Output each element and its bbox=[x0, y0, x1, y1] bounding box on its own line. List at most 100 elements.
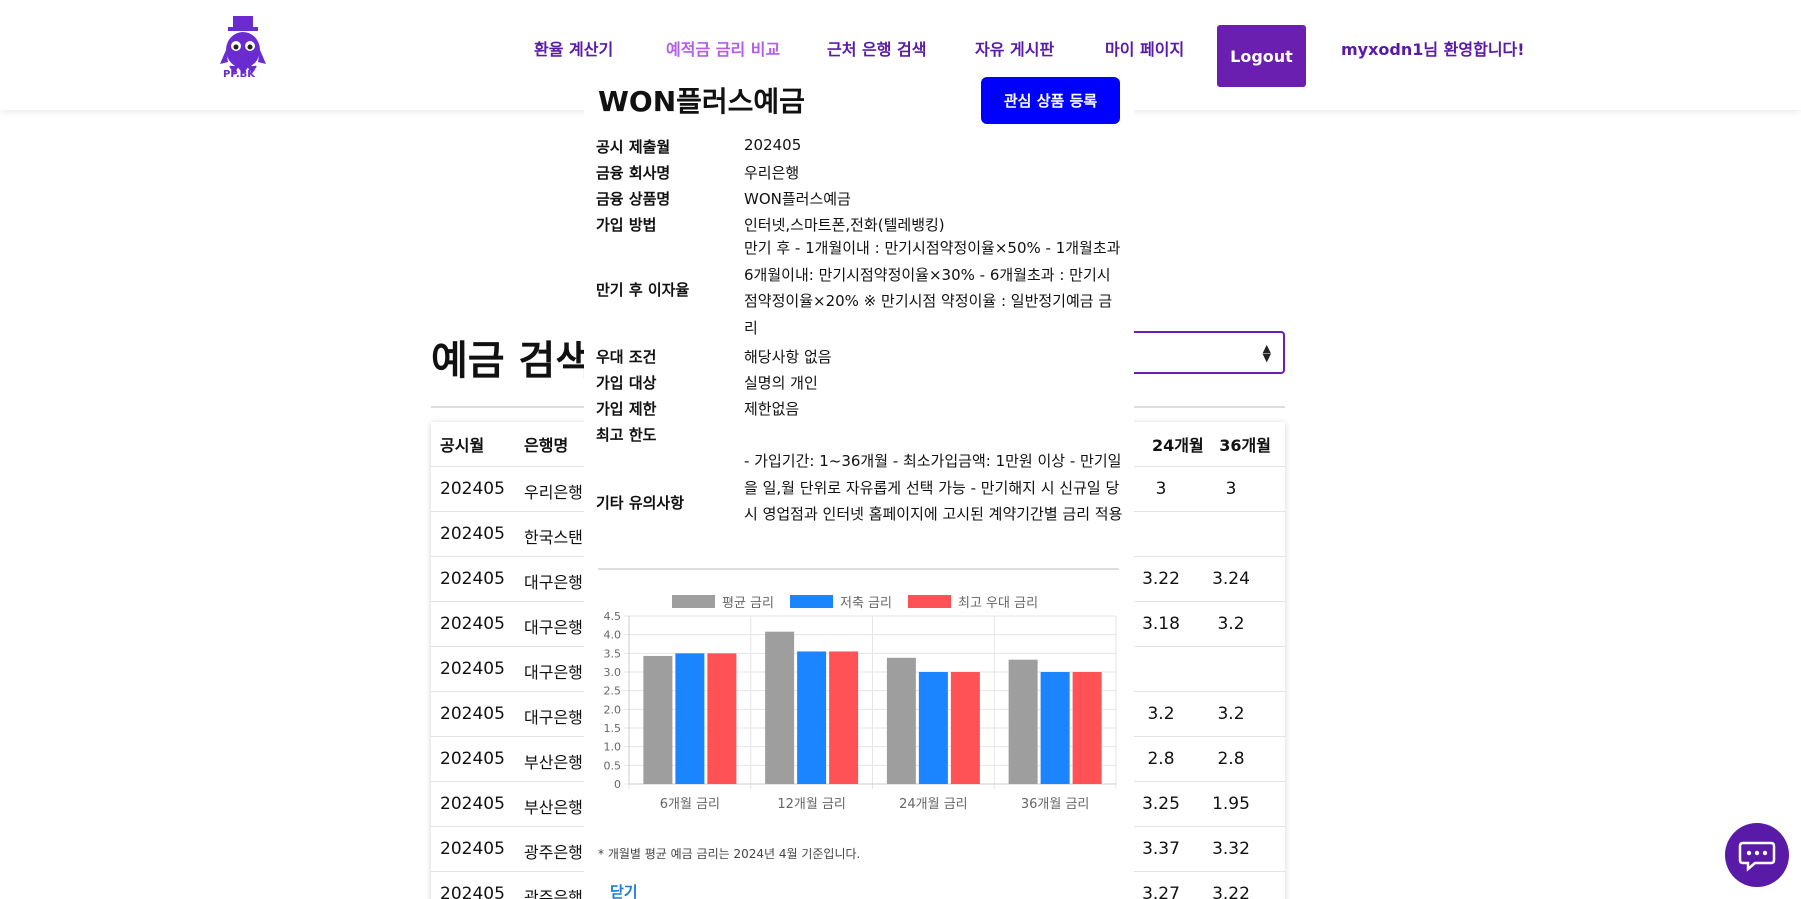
nav-nearby-bank[interactable]: 근처 은행 검색 bbox=[827, 36, 926, 60]
x-tick-label: 6개월 금리 bbox=[660, 797, 720, 812]
cell-24m: 3.22 bbox=[1142, 569, 1180, 589]
bar bbox=[643, 655, 673, 784]
value-submit-month: 202405 bbox=[744, 136, 802, 154]
cell-bank: 한국스탠 bbox=[524, 528, 583, 547]
cell-bank: 대구은행 bbox=[524, 573, 583, 592]
rate-bar-chart: 0 0.5 1.0 1.5 2.0 2.5 3.0 3.5 4.0 4.5 6개월 금리 12개월 금… bbox=[604, 610, 1117, 812]
cell-36m: 1.95 bbox=[1212, 794, 1250, 814]
y-tick-label: 1.5 bbox=[604, 722, 622, 735]
y-tick-label: 3.5 bbox=[604, 647, 622, 660]
cell-month: 202405 bbox=[440, 884, 505, 899]
value-spcl: 해당사항 없음 bbox=[744, 348, 832, 366]
logo-text: PP.BK bbox=[223, 69, 255, 80]
col-header-month[interactable]: 공시월 bbox=[440, 432, 484, 456]
bar bbox=[1008, 659, 1038, 784]
cell-month: 202405 bbox=[440, 749, 505, 769]
chat-bubble-icon bbox=[1738, 841, 1776, 872]
cell-24m: 2.8 bbox=[1147, 749, 1175, 769]
value-mtrt: 만기 후 - 1개월이내 : 만기시점약정이율×50% - 1개월초과 6개월이… bbox=[744, 239, 1121, 337]
label-spcl: 우대 조건 bbox=[596, 348, 657, 366]
bar bbox=[950, 672, 980, 784]
cell-24m: 3.2 bbox=[1147, 704, 1175, 724]
y-tick-label: 3.0 bbox=[604, 666, 622, 679]
cell-month: 202405 bbox=[440, 704, 505, 724]
logout-button[interactable]: Logout bbox=[1217, 25, 1306, 87]
y-tick-label: 4.0 bbox=[604, 629, 622, 642]
page-title: 예금 검색 bbox=[431, 338, 593, 384]
cell-36m: 3.2 bbox=[1217, 614, 1245, 634]
label-company: 금융 회사명 bbox=[596, 164, 671, 182]
chat-button[interactable] bbox=[1725, 823, 1789, 887]
bar bbox=[765, 631, 795, 784]
y-tick-label: 0.5 bbox=[604, 759, 622, 772]
col-header-36m[interactable]: 36개월 bbox=[1191, 432, 1271, 456]
cell-36m: 3.24 bbox=[1212, 569, 1250, 589]
value-join-deny: 제한없음 bbox=[744, 400, 800, 418]
x-tick-label: 24개월 금리 bbox=[899, 797, 968, 812]
x-tick-label: 36개월 금리 bbox=[1021, 797, 1090, 812]
cell-bank: 대구은행 bbox=[524, 663, 583, 682]
welcome-text: myxodn1님 환영합니다! bbox=[1341, 40, 1525, 59]
bar bbox=[1040, 672, 1070, 784]
cell-36m: 3.32 bbox=[1212, 839, 1250, 859]
cell-36m: 3.22 bbox=[1212, 884, 1250, 899]
cell-month: 202405 bbox=[440, 524, 505, 544]
cell-bank: 광주은행 bbox=[524, 888, 583, 899]
nav-exchange-calculator[interactable]: 환율 계산기 bbox=[534, 36, 613, 60]
product-detail-modal: WON플러스예금 관심 상품 등록 공시 제출월 202405 금융 회사명 우… bbox=[584, 74, 1134, 899]
value-company: 우리은행 bbox=[744, 164, 800, 182]
modal-divider bbox=[598, 568, 1119, 570]
label-join-deny: 가입 제한 bbox=[596, 400, 657, 418]
value-product: WON플러스예금 bbox=[744, 190, 851, 208]
cell-month: 202405 bbox=[440, 839, 505, 859]
y-tick-label: 2.0 bbox=[604, 703, 622, 716]
cell-bank: 우리은행 bbox=[524, 483, 583, 502]
label-max-limit: 최고 한도 bbox=[596, 426, 657, 444]
cell-month: 202405 bbox=[440, 569, 505, 589]
cell-month: 202405 bbox=[440, 794, 505, 814]
y-tick-label: 1.0 bbox=[604, 741, 622, 754]
cell-month: 202405 bbox=[440, 659, 505, 679]
cell-bank: 대구은행 bbox=[524, 708, 583, 727]
cell-month: 202405 bbox=[440, 614, 505, 634]
y-tick-label: 2.5 bbox=[604, 685, 622, 698]
cell-24m: 3.27 bbox=[1142, 884, 1180, 899]
y-tick-label: 0 bbox=[614, 778, 621, 791]
bar bbox=[918, 672, 948, 784]
chart-footnote: * 개월별 평균 예금 금리는 2024년 4월 기준입니다. bbox=[598, 847, 861, 861]
bar bbox=[1072, 672, 1102, 784]
col-header-bank[interactable]: 은행명 bbox=[524, 432, 568, 456]
page: PP.BK 환율 계산기 예적금 금리 비교 근처 은행 검색 자유 게시판 마… bbox=[0, 0, 1801, 899]
bar bbox=[707, 653, 737, 784]
nav-free-board[interactable]: 자유 게시판 bbox=[975, 36, 1054, 60]
bar bbox=[829, 651, 859, 784]
label-etc: 기타 유의사항 bbox=[596, 494, 685, 512]
bar bbox=[886, 657, 916, 784]
cell-24m: 3.18 bbox=[1142, 614, 1180, 634]
add-favorite-button[interactable]: 관심 상품 등록 bbox=[981, 77, 1120, 124]
value-join-member: 실명의 개인 bbox=[744, 374, 818, 392]
cell-bank: 대구은행 bbox=[524, 618, 583, 637]
cell-24m: 3.25 bbox=[1142, 794, 1180, 814]
cell-bank: 부산은행 bbox=[524, 798, 583, 817]
y-tick-label: 4.5 bbox=[604, 610, 622, 623]
nav-my-page[interactable]: 마이 페이지 bbox=[1105, 36, 1184, 60]
label-product: 금융 상품명 bbox=[596, 190, 671, 208]
nav-rate-compare[interactable]: 예적금 금리 비교 bbox=[666, 36, 780, 60]
cell-24m: 3 bbox=[1155, 479, 1167, 499]
label-submit-month: 공시 제출월 bbox=[596, 138, 671, 156]
value-etc: - 가입기간: 1~36개월 - 최소가입금액: 1만원 이상 - 만기일을 일… bbox=[744, 452, 1123, 523]
cell-bank: 부산은행 bbox=[524, 753, 583, 772]
cell-bank: 광주은행 bbox=[524, 843, 583, 862]
label-join-way: 가입 방법 bbox=[596, 216, 657, 234]
modal-title: WON플러스예금 bbox=[598, 85, 805, 118]
cell-36m: 2.8 bbox=[1217, 749, 1245, 769]
cell-month: 202405 bbox=[440, 479, 505, 499]
value-join-way: 인터넷,스마트폰,전화(텔레뱅킹) bbox=[744, 216, 945, 234]
label-mtrt: 만기 후 이자율 bbox=[596, 281, 690, 299]
close-button[interactable]: 닫기 bbox=[610, 881, 638, 899]
cell-36m: 3.2 bbox=[1217, 704, 1245, 724]
label-join-member: 가입 대상 bbox=[596, 374, 657, 392]
bar bbox=[797, 651, 827, 784]
cell-36m: 3 bbox=[1225, 479, 1237, 499]
